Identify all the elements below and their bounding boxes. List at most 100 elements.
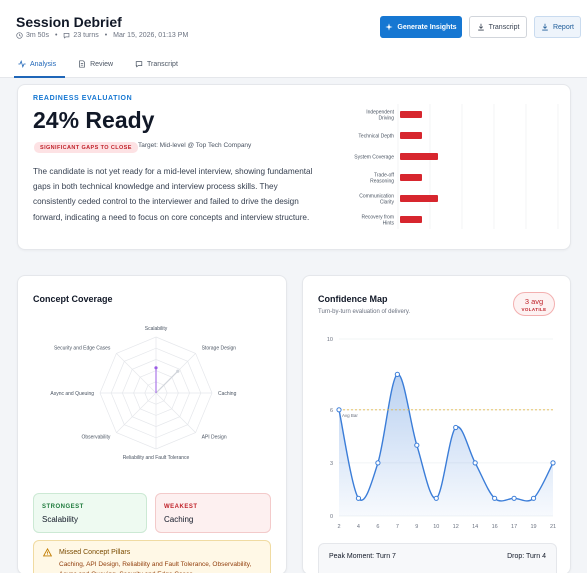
radar-axis-label: Security and Edge Cases — [54, 345, 111, 351]
document-icon — [79, 60, 85, 68]
bar-category-label: Driving — [378, 116, 394, 122]
x-tick-label: 14 — [472, 524, 478, 530]
confidence-point — [375, 460, 381, 466]
readiness-score: 24% Ready — [33, 107, 155, 133]
confidence-point — [511, 495, 517, 501]
radar-axis-label: API Design — [202, 435, 227, 441]
strongest-label: STRONGEST — [42, 504, 84, 510]
confidence-point — [530, 495, 537, 501]
y-tick-label: 10 — [327, 337, 333, 343]
x-tick-label: 12 — [453, 524, 459, 530]
sparkle-icon — [385, 23, 394, 31]
download-icon — [542, 23, 548, 31]
tab-transcript[interactable]: Transcript — [126, 50, 187, 78]
header: Session Debrief 3m 50s • 23 turns • Mar … — [0, 0, 587, 78]
session-meta: 3m 50s • 23 turns • Mar 15, 2026, 01:13 … — [16, 32, 188, 39]
date-text: Mar 15, 2026, 01:13 PM — [113, 32, 189, 39]
radar-axis-label: Observability — [81, 435, 110, 441]
confidence-map-card: Confidence Map Turn-by-turn evaluation o… — [302, 275, 571, 573]
chat-icon — [64, 33, 70, 39]
peak-moment: Peak Moment: Turn 7 — [329, 553, 396, 560]
x-tick-label: 2 — [337, 524, 340, 530]
drop-moment: Drop: Turn 4 — [507, 553, 546, 560]
x-tick-label: 9 — [415, 524, 418, 530]
generate-insights-button[interactable]: Generate Insights — [380, 16, 462, 38]
weakest-value: Caching — [164, 515, 194, 524]
tab-review[interactable]: Review — [69, 50, 122, 78]
confidence-subtitle: Turn-by-turn evaluation of delivery. — [318, 309, 411, 315]
bar — [400, 195, 438, 202]
x-tick-label: 6 — [376, 524, 379, 530]
bar — [400, 216, 422, 223]
download-icon — [477, 23, 484, 31]
status-badge: SIGNIFICANT GAPS TO CLOSE — [34, 142, 138, 153]
bar — [400, 153, 438, 160]
avg-bar-label: Avg Bar — [342, 413, 358, 418]
readiness-summary: The candidate is not yet ready for a mid… — [33, 167, 313, 222]
strongest-box: STRONGEST Scalability — [33, 493, 147, 533]
confidence-point — [453, 424, 459, 431]
x-tick-label: 7 — [396, 524, 399, 530]
volatility-badge: 3 avg VOLATILE — [513, 292, 555, 316]
y-tick-label: 3 — [330, 461, 333, 467]
concept-coverage-card: Concept Coverage Scalability Storage Desi… — [17, 275, 287, 573]
confidence-point — [433, 495, 439, 501]
strongest-value: Scalability — [42, 515, 79, 524]
missed-pillars-box: Missed Concept Pillars Caching, API Desi… — [33, 540, 271, 573]
radar-axis-label: Async and Queuing — [50, 391, 94, 397]
bar-category-label: Technical Depth — [358, 134, 394, 140]
concept-radar-chart: Scalability Storage Design Caching API Desi… — [50, 326, 237, 461]
radar-secondary-shape — [155, 370, 179, 394]
bar-category-label: Reasoning — [370, 179, 394, 185]
readiness-card: READINESS EVALUATION 24% Ready SIGNIFICA… — [17, 84, 571, 250]
tab-analysis[interactable]: Analysis — [0, 50, 66, 78]
page-title: Session Debrief — [16, 14, 122, 30]
weakest-box: WEAKEST Caching — [155, 493, 271, 533]
radar-axis-label: Scalability — [145, 326, 168, 332]
bar — [400, 174, 422, 181]
activity-icon — [18, 60, 26, 68]
x-tick-label: 16 — [492, 524, 498, 530]
x-tick-label: 4 — [357, 524, 360, 530]
confidence-point — [414, 442, 420, 448]
weakest-label: WEAKEST — [164, 504, 198, 510]
x-tick-label: 21 — [550, 524, 556, 530]
bar-category-label: System Coverage — [354, 155, 394, 161]
y-tick-label: 0 — [330, 514, 333, 520]
x-tick-label: 10 — [433, 524, 439, 530]
bar — [400, 132, 422, 139]
volatility-label: VOLATILE — [521, 307, 547, 312]
confidence-point — [394, 371, 400, 378]
confidence-point — [472, 460, 478, 466]
confidence-line-chart: 0 3 6 10 2 4 6 7 9 10 12 14 16 17 19 21 Avg Bar — [327, 337, 556, 530]
confidence-title: Confidence Map — [318, 294, 388, 304]
warning-icon — [43, 548, 52, 557]
confidence-point — [336, 407, 342, 413]
radar-secondary-point — [176, 369, 180, 373]
transcript-button[interactable]: Transcript — [469, 16, 527, 38]
bar-category-label: Hints — [383, 221, 395, 227]
clock-icon — [16, 32, 23, 39]
turns-text: 23 turns — [73, 32, 99, 39]
skills-bar-chart: IndependentDrivingTechnical DepthSystem … — [354, 104, 559, 229]
confidence-point — [492, 495, 498, 501]
radar-axis-label: Reliability and Fault Tolerance — [123, 455, 190, 461]
duration-text: 3m 50s — [26, 32, 49, 39]
bar — [400, 111, 422, 118]
radar-axis-label: Storage Design — [202, 345, 237, 351]
missed-title: Missed Concept Pillars — [59, 549, 131, 556]
target-text: Target: Mid-level @ Top Tech Company — [138, 142, 252, 149]
report-button[interactable]: Report — [534, 16, 581, 38]
bar-category-label: Clarity — [380, 200, 395, 206]
x-tick-label: 17 — [511, 524, 517, 530]
readiness-label: READINESS EVALUATION — [33, 95, 133, 102]
tab-bar: Analysis Review Transcript — [0, 50, 187, 78]
y-tick-label: 6 — [330, 408, 333, 414]
confidence-point — [355, 495, 362, 501]
concept-title: Concept Coverage — [33, 294, 113, 304]
confidence-point — [550, 460, 556, 466]
avg-value: 3 avg — [524, 297, 544, 306]
confidence-area — [339, 374, 553, 516]
radar-data-point — [154, 366, 158, 370]
x-tick-label: 19 — [530, 524, 536, 530]
